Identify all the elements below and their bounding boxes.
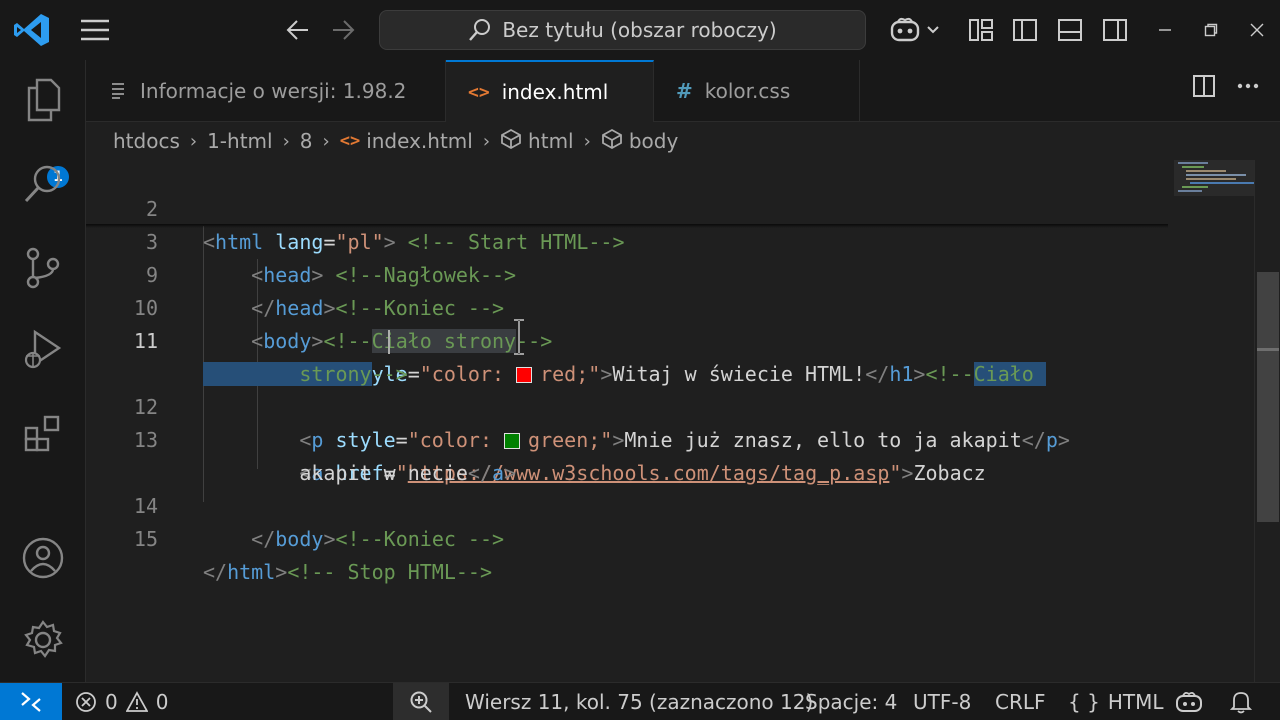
html-icon: <> xyxy=(468,81,490,103)
toggle-primary-sidebar-icon[interactable] xyxy=(1007,12,1043,48)
tab-release-notes[interactable]: Informacje o wersji: 1.98.2 xyxy=(86,60,446,122)
vertical-scrollbar[interactable] xyxy=(1254,160,1280,682)
back-arrow-icon[interactable] xyxy=(280,12,316,48)
indentation-setting[interactable]: Spacje: 4 xyxy=(805,683,897,720)
code-line[interactable]: 12 <p style="color: green;">Mnie już zna… xyxy=(86,358,1254,452)
close-window-icon[interactable] xyxy=(1242,15,1272,45)
search-view-icon[interactable] xyxy=(19,160,67,208)
code-line[interactable]: 3 <head> <!--Nagłowek--> xyxy=(86,193,1254,287)
code-line[interactable]: 14 </body><!--Koniec --> xyxy=(86,457,1254,551)
language-label: HTML xyxy=(1107,690,1164,714)
breadcrumb: htdocs › 1-html › 8 › <> index.html › ht… xyxy=(86,122,1280,160)
warning-icon xyxy=(125,691,148,712)
chevron-right-icon: › xyxy=(482,130,491,152)
tab-kolor-css[interactable]: # kolor.css xyxy=(654,60,860,122)
command-center-search[interactable]: Bez tytułu (obszar roboczy) xyxy=(379,10,866,50)
breadcrumb-item[interactable]: htdocs xyxy=(113,129,180,153)
status-bar: 0 0 Wiersz 11, kol. 75 (zaznaczono 12) S… xyxy=(0,682,1280,720)
minimap[interactable] xyxy=(1174,160,1254,200)
chevron-right-icon: › xyxy=(189,130,198,152)
scrollbar-cursor-marker xyxy=(1257,348,1279,351)
search-icon xyxy=(469,19,491,41)
minimize-window-icon[interactable] xyxy=(1150,15,1180,45)
extensions-icon[interactable] xyxy=(19,410,67,458)
line-number: 15 xyxy=(133,527,158,551)
tab-label: kolor.css xyxy=(704,79,791,103)
cursor-position[interactable]: Wiersz 11, kol. 75 (zaznaczono 12) xyxy=(465,683,813,720)
error-icon xyxy=(76,692,96,712)
code-line[interactable]: 11 <h1 style="color: red;">Witaj w świec… xyxy=(86,292,1254,386)
customize-layout-icon[interactable] xyxy=(963,12,999,48)
error-count: 0 xyxy=(105,690,118,714)
zoom-icon[interactable] xyxy=(393,683,449,720)
run-debug-icon[interactable] xyxy=(19,326,67,374)
code-line-wrapped[interactable]: akapit w necie</a> xyxy=(86,424,1254,485)
braces-icon: { } xyxy=(1068,690,1100,714)
chevron-right-icon: › xyxy=(583,130,591,152)
command-center-label: Bez tytułu (obszar roboczy) xyxy=(502,18,777,42)
code-line[interactable]: 10 <body><!--Ciało strony--> xyxy=(86,259,1254,353)
toggle-panel-icon[interactable] xyxy=(1052,12,1088,48)
copilot-status-icon[interactable] xyxy=(1176,683,1202,720)
hamburger-menu-icon[interactable] xyxy=(77,12,113,48)
notifications-bell-icon[interactable] xyxy=(1230,683,1252,720)
editor-tab-bar: Informacje o wersji: 1.98.2 <> index.htm… xyxy=(86,60,1280,122)
text-cursor xyxy=(388,330,390,354)
code-line-wrapped[interactable]: strony--> xyxy=(86,325,1254,386)
chevron-right-icon: › xyxy=(282,130,290,152)
restore-window-icon[interactable] xyxy=(1196,15,1226,45)
code-line[interactable]: 15 </html><!-- Stop HTML--> xyxy=(86,490,1254,584)
breadcrumb-item[interactable]: html xyxy=(528,129,574,153)
tab-index-html[interactable]: <> index.html xyxy=(446,60,654,122)
code-line[interactable]: 2 <html lang="pl"> <!-- Start HTML--> xyxy=(86,160,1254,254)
code-line[interactable]: 9 </head><!--Koniec --> xyxy=(86,226,1254,320)
accounts-icon[interactable] xyxy=(19,534,67,582)
more-actions-icon[interactable] xyxy=(1236,74,1260,102)
eol-setting[interactable]: CRLF xyxy=(995,683,1046,720)
symbol-element-icon xyxy=(500,128,522,155)
explorer-icon[interactable] xyxy=(19,76,67,124)
remote-indicator-icon[interactable] xyxy=(0,683,62,720)
settings-gear-icon[interactable] xyxy=(19,616,67,664)
title-bar: Bez tytułu (obszar roboczy) xyxy=(0,0,1280,60)
chevron-right-icon: › xyxy=(322,130,330,152)
breadcrumb-item[interactable]: body xyxy=(629,129,678,153)
split-editor-icon[interactable] xyxy=(1192,74,1216,102)
tab-label: index.html xyxy=(501,80,609,104)
warning-count: 0 xyxy=(155,690,169,714)
ibeam-cursor-icon xyxy=(512,318,526,356)
breadcrumb-item[interactable]: 8 xyxy=(300,129,313,153)
forward-arrow-icon[interactable] xyxy=(325,12,361,48)
copilot-menu-icon[interactable] xyxy=(886,12,944,48)
breadcrumb-item[interactable]: 1-html xyxy=(207,129,273,153)
code-line[interactable]: 13 <a href="https://www.w3schools.com/ta… xyxy=(86,391,1254,485)
symbol-element-icon xyxy=(601,128,623,155)
menu-icon xyxy=(112,83,124,99)
problems-indicator[interactable]: 0 0 xyxy=(75,683,168,720)
hash-icon: # xyxy=(676,79,693,103)
toggle-secondary-sidebar-icon[interactable] xyxy=(1097,12,1133,48)
tab-label: Informacje o wersji: 1.98.2 xyxy=(140,79,407,103)
activity-bar: 1 xyxy=(0,60,86,682)
language-mode[interactable]: { } HTML xyxy=(1068,683,1163,720)
encoding-setting[interactable]: UTF-8 xyxy=(913,683,971,720)
vscode-logo-icon xyxy=(12,12,52,48)
breadcrumb-item[interactable]: index.html xyxy=(366,129,473,153)
code-editor[interactable]: 2 <html lang="pl"> <!-- Start HTML--> 3 … xyxy=(86,160,1280,682)
scrollbar-thumb[interactable] xyxy=(1257,272,1279,522)
html-file-icon: <> xyxy=(339,131,361,151)
source-control-icon[interactable] xyxy=(19,244,67,292)
editor-actions xyxy=(1192,74,1260,102)
